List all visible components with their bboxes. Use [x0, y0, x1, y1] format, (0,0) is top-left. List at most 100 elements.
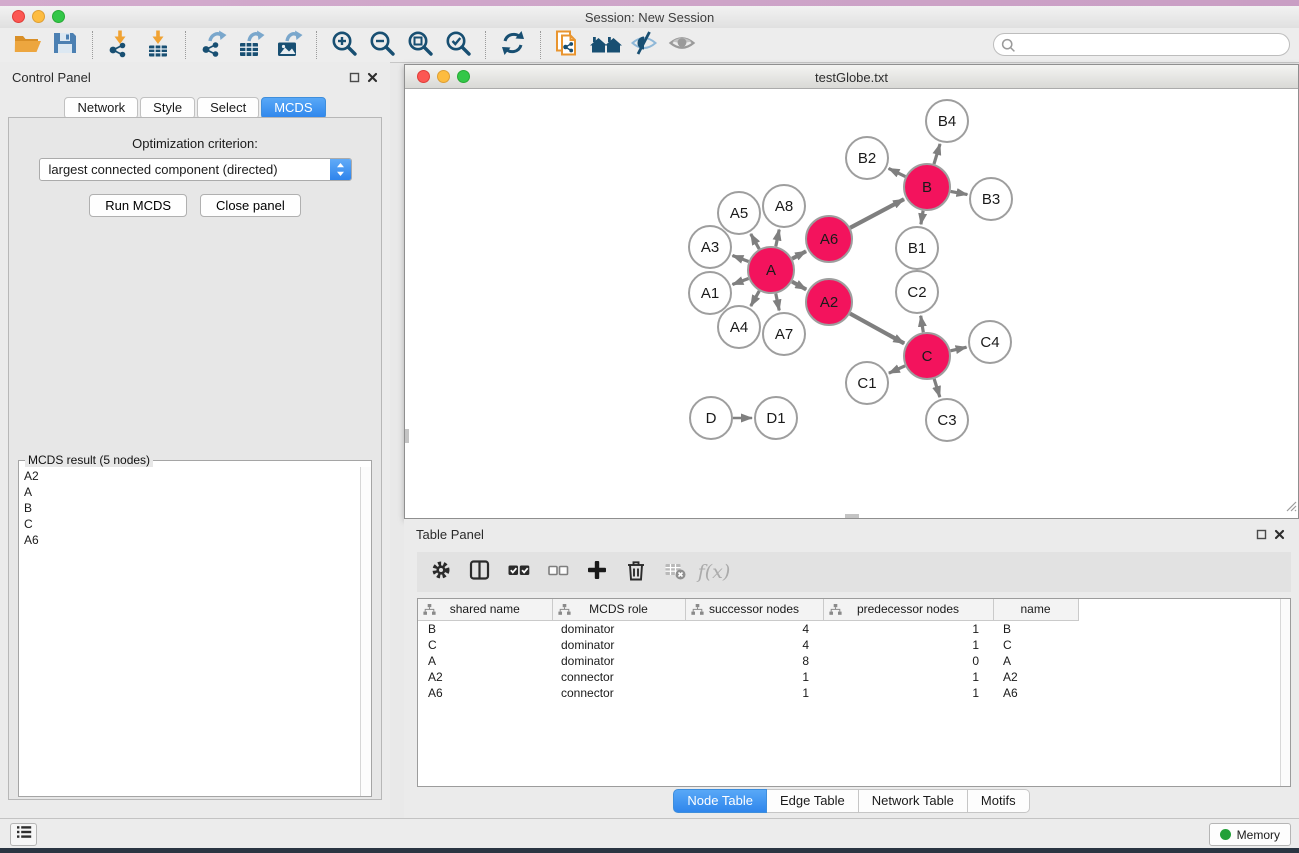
table-cell[interactable]: 1 [823, 669, 993, 685]
select-all-rows-button[interactable] [507, 560, 531, 584]
zoom-in-button[interactable] [325, 29, 363, 62]
save-session-button[interactable] [46, 29, 84, 62]
close-panel-icon[interactable] [366, 71, 378, 83]
table-cell[interactable]: 4 [685, 620, 823, 637]
table-cell[interactable]: dominator [552, 637, 685, 653]
table-scrollbar[interactable] [1280, 599, 1290, 786]
table-cell[interactable]: A6 [993, 685, 1078, 701]
apply-layout-button[interactable] [494, 29, 532, 62]
show-graphics-details-button[interactable] [663, 29, 701, 62]
table-settings-button[interactable] [429, 560, 453, 584]
table-row[interactable]: Bdominator41B [418, 620, 1290, 637]
zoom-selected-button[interactable] [439, 29, 477, 62]
column-header-predecessor-nodes[interactable]: predecessor nodes [823, 599, 993, 620]
table-cell[interactable]: connector [552, 669, 685, 685]
window-titlebar[interactable]: Session: New Session [0, 6, 1299, 28]
table-cell[interactable]: 1 [685, 669, 823, 685]
graph-edge-A-A4[interactable] [751, 291, 760, 306]
column-browser-button[interactable] [468, 560, 492, 584]
tab-network[interactable]: Network [64, 97, 138, 119]
network-canvas[interactable]: AA1A2A3A4A5A6A7A8BB1B2B3B4CC1C2C3C4DD1 [405, 89, 1298, 518]
tab-network-table[interactable]: Network Table [859, 789, 968, 813]
table-cell[interactable]: A6 [418, 685, 552, 701]
delete-row-button[interactable] [624, 560, 648, 584]
vertical-scrollbar-thumb[interactable] [405, 429, 409, 443]
table-cell[interactable]: 8 [685, 653, 823, 669]
table-row[interactable]: A2connector11A2 [418, 669, 1290, 685]
table-cell[interactable]: 1 [823, 637, 993, 653]
criterion-dropdown[interactable]: largest connected component (directed) [39, 158, 352, 181]
tab-edge-table[interactable]: Edge Table [767, 789, 859, 813]
graph-edge-C-C2[interactable] [921, 316, 924, 333]
graph-edge-A-A1[interactable] [732, 278, 748, 284]
open-file-button[interactable] [8, 29, 46, 62]
column-header-mcds-role[interactable]: MCDS role [552, 599, 685, 620]
graph-edge-B-B3[interactable] [951, 191, 968, 194]
table-cell[interactable]: A [993, 653, 1078, 669]
import-network-button[interactable] [101, 29, 139, 62]
graph-edge-A-A5[interactable] [751, 234, 760, 249]
function-builder-button[interactable]: f(x) [702, 560, 726, 584]
graph-edge-B-B4[interactable] [934, 144, 940, 164]
column-header-successor-nodes[interactable]: successor nodes [685, 599, 823, 620]
memory-button[interactable]: Memory [1209, 823, 1291, 846]
table-cell[interactable]: 1 [823, 685, 993, 701]
table-cell[interactable]: 0 [823, 653, 993, 669]
deselect-all-rows-button[interactable] [546, 560, 570, 584]
table-cell[interactable]: dominator [552, 620, 685, 637]
graph-edge-A-A8[interactable] [776, 230, 779, 247]
table-cell[interactable]: A2 [418, 669, 552, 685]
tab-select[interactable]: Select [197, 97, 259, 119]
table-row[interactable]: Cdominator41C [418, 637, 1290, 653]
graph-edge-C-C1[interactable] [889, 366, 905, 373]
float-panel-icon[interactable] [1255, 528, 1267, 540]
close-panel-icon[interactable] [1273, 528, 1285, 540]
delete-table-button[interactable] [663, 560, 687, 584]
reset-view-button[interactable] [587, 29, 625, 62]
table-cell[interactable]: B [993, 620, 1078, 637]
search-input[interactable] [1020, 35, 1281, 54]
mcds-result-item[interactable]: B [19, 500, 360, 516]
zoom-fit-button[interactable] [401, 29, 439, 62]
mcds-result-item[interactable]: A [19, 484, 360, 500]
graph-edge-A-A2[interactable] [792, 282, 806, 290]
horizontal-scrollbar-thumb[interactable] [845, 514, 859, 518]
table-cell[interactable]: C [418, 637, 552, 653]
table-cell[interactable]: 1 [685, 685, 823, 701]
table-cell[interactable]: A2 [993, 669, 1078, 685]
table-cell[interactable]: A [418, 653, 552, 669]
column-header-shared-name[interactable]: shared name [418, 599, 552, 620]
tab-node-table[interactable]: Node Table [673, 789, 767, 813]
mcds-result-item[interactable]: C [19, 516, 360, 532]
table-row[interactable]: Adominator80A [418, 653, 1290, 669]
mcds-list-scrollbar[interactable] [360, 467, 371, 796]
export-table-button[interactable] [232, 29, 270, 62]
table-cell[interactable]: dominator [552, 653, 685, 669]
table-cell[interactable]: 1 [823, 620, 993, 637]
mcds-result-item[interactable]: A2 [19, 468, 360, 484]
table-row[interactable]: A6connector11A6 [418, 685, 1290, 701]
show-panels-button[interactable] [10, 823, 37, 846]
graph-edge-B-B1[interactable] [921, 211, 923, 225]
add-row-button[interactable] [585, 560, 609, 584]
close-panel-button[interactable]: Close panel [200, 194, 301, 217]
export-network-button[interactable] [194, 29, 232, 62]
column-header-name[interactable]: name [993, 599, 1078, 620]
hide-graphics-details-button[interactable] [625, 29, 663, 62]
graph-edge-A6-B[interactable] [850, 199, 904, 228]
graph-edge-C-C3[interactable] [934, 379, 940, 397]
float-panel-icon[interactable] [348, 71, 360, 83]
network-window-titlebar[interactable]: testGlobe.txt [405, 65, 1298, 89]
export-image-button[interactable] [270, 29, 308, 62]
resize-grip-icon[interactable] [1285, 499, 1297, 517]
table-cell[interactable]: 4 [685, 637, 823, 653]
tab-style[interactable]: Style [140, 97, 195, 119]
tab-motifs[interactable]: Motifs [968, 789, 1030, 813]
graph-edge-A-A3[interactable] [732, 255, 748, 261]
tab-mcds[interactable]: MCDS [261, 97, 325, 119]
table-cell[interactable]: B [418, 620, 552, 637]
table-cell[interactable]: C [993, 637, 1078, 653]
table-cell[interactable]: connector [552, 685, 685, 701]
run-mcds-button[interactable]: Run MCDS [89, 194, 187, 217]
import-table-button[interactable] [139, 29, 177, 62]
